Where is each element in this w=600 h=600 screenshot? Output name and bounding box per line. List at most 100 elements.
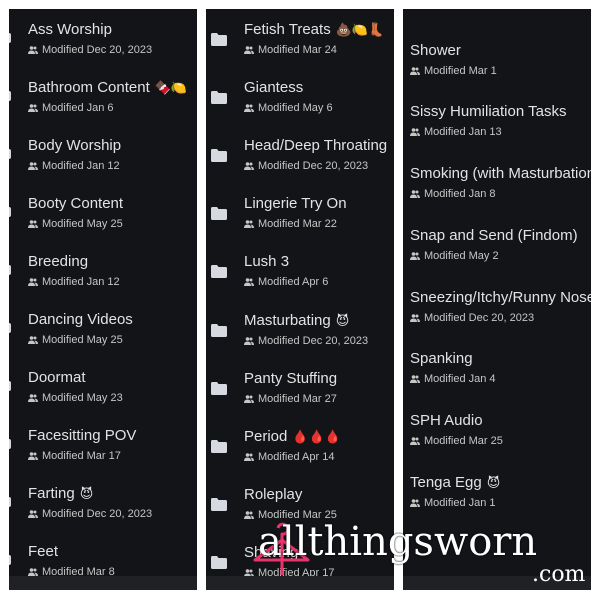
folder-name: Lush 3 [244,253,289,272]
folder-list-item[interactable]: Breeding Modified Jan 12 [9,253,197,303]
folder-list-item[interactable]: Lingerie Try On Modified Mar 22 [206,195,394,245]
folder-name-text: Ass Worship [28,21,112,38]
folder-list-item[interactable]: Panty Stuffing Modified Mar 27 [206,370,394,420]
folder-name: Body Worship [28,137,121,156]
folder-meta: Modified Mar 22 [244,217,337,231]
folder-meta: Modified May 25 [28,333,123,347]
folder-name-text: Spanking [410,350,473,367]
folder-list-item[interactable]: Tenga Egg 😈 Modified Jan 1 [403,474,591,524]
shared-people-icon [244,453,254,461]
folder-name: Facesitting POV [28,427,136,446]
folder-name-text: Body Worship [28,137,122,154]
modified-date: Modified Jan 6 [42,102,114,114]
folder-name: Panty Stuffing [244,370,337,389]
folder-name: Lingerie Try On [244,195,347,214]
folder-list-item[interactable]: Shower Modified Mar 1 [403,42,591,92]
folder-list-item[interactable]: Booty Content Modified May 25 [9,195,197,245]
folder-name-text: Giantess [244,79,304,96]
folder-name-text: Sneezing/Itchy/Runny Nose [410,289,591,306]
modified-date: Modified May 25 [42,334,123,346]
folder-list-item[interactable]: Farting 😈 Modified Dec 20, 2023 [9,485,197,535]
modified-date: Modified Mar 27 [258,393,337,405]
folder-name-text: Bathroom Content [28,79,150,96]
folder-name-text: Panty Stuffing [244,370,338,387]
folder-name: Shower [410,42,461,61]
folder-meta: Modified Jan 12 [28,159,120,173]
folder-meta: Modified May 25 [28,217,123,231]
folder-list-item[interactable]: Snap and Send (Findom) Modified May 2 [403,227,591,277]
scroll-edge-marker [9,265,11,275]
folder-name: Period 🩸🩸🩸 [244,428,341,447]
scroll-edge-marker [9,207,11,217]
folder-name: Fetish Treats 💩🍋👢 [244,21,384,40]
folder-name: Spanking [410,350,473,369]
folder-name: Breeding [28,253,88,272]
folder-list-item[interactable]: SPH Audio Modified Mar 25 [403,412,591,462]
folder-name: SPH Audio [410,412,483,431]
folder-list-item[interactable]: Facesitting POV Modified Mar 17 [9,427,197,477]
folder-emoji: 🩸🩸🩸 [292,430,341,445]
folder-name-text: Dancing Videos [28,311,133,328]
folder-name-text: Period [244,428,288,445]
folder-meta: Modified Mar 24 [244,43,337,57]
folder-meta: Modified Jan 8 [410,187,496,201]
shared-people-icon [410,437,420,445]
folder-meta: Modified Apr 6 [244,275,328,289]
modified-date: Modified Mar 24 [258,44,337,56]
folder-meta: Modified Mar 1 [410,64,497,78]
folder-list-item[interactable]: Smoking (with Masturbation Modified Jan 8 [403,165,591,215]
folder-name: Booty Content [28,195,123,214]
folder-list-item[interactable]: Head/Deep Throating Modified Dec 20, 2023 [206,137,394,187]
shared-people-icon [28,278,38,286]
folder-name: Tenga Egg 😈 [410,474,500,493]
folder-list-item[interactable]: Masturbating 😈 Modified Dec 20, 2023 [206,312,394,362]
modified-date: Modified Jan 13 [424,126,502,138]
folder-name-text: Sissy Humiliation Tasks [410,103,567,120]
modified-date: Modified Dec 20, 2023 [258,160,369,172]
folder-name-text: Doormat [28,369,86,386]
folder-meta: Modified Jan 13 [410,125,502,139]
folder-icon [211,440,227,453]
folder-name: Masturbating 😈 [244,312,349,331]
folder-meta: Modified May 23 [28,391,123,405]
shared-people-icon [244,162,254,170]
folder-name: Sneezing/Itchy/Runny Nose [410,289,591,308]
modified-date: Modified Dec 20, 2023 [42,508,153,520]
folder-name: Doormat [28,369,86,388]
folder-emoji: 😈 [79,487,94,502]
modified-date: Modified Dec 20, 2023 [424,312,535,324]
folder-list-item[interactable]: Doormat Modified May 23 [9,369,197,419]
folder-icon [211,33,227,46]
folder-emoji: 😈 [335,314,350,329]
folder-name-text: Lingerie Try On [244,195,347,212]
shared-people-icon [28,568,38,576]
shared-people-icon [244,511,254,519]
shared-people-icon [28,336,38,344]
scroll-edge-marker [9,555,11,565]
modified-date: Modified Jan 12 [42,276,120,288]
folder-list-item[interactable]: Sneezing/Itchy/Runny Nose Modified Dec 20… [403,289,591,339]
modified-date: Modified May 6 [258,102,333,114]
modified-date: Modified Dec 20, 2023 [42,44,153,56]
folder-name-text: Booty Content [28,195,124,212]
folder-list-item[interactable]: Giantess Modified May 6 [206,79,394,129]
folder-list-item[interactable]: Body Worship Modified Jan 12 [9,137,197,187]
folder-emoji: 🍫🍋 [154,81,188,96]
modified-date: Modified Mar 1 [424,65,497,77]
shared-people-icon [410,499,420,507]
folder-list-panel-3: Shower Modified Mar 1 Sissy Humiliation Ta… [403,9,591,590]
folder-list-item[interactable]: Spanking Modified Jan 4 [403,350,591,400]
folder-list-item[interactable]: Ass Worship Modified Dec 20, 2023 [9,21,197,71]
folder-list-item[interactable]: Sissy Humiliation Tasks Modified Jan 13 [403,103,591,153]
folder-list-item[interactable]: Fetish Treats 💩🍋👢 Modified Mar 24 [206,21,394,71]
folder-icon [211,265,227,278]
modified-date: Modified Jan 1 [424,497,496,509]
shared-people-icon [28,104,38,112]
folder-meta: Modified Mar 17 [28,449,121,463]
folder-icon [211,324,227,337]
folder-meta: Modified Jan 6 [28,101,114,115]
folder-list-item[interactable]: Bathroom Content 🍫🍋 Modified Jan 6 [9,79,197,129]
folder-list-item[interactable]: Period 🩸🩸🩸 Modified Apr 14 [206,428,394,478]
folder-list-item[interactable]: Dancing Videos Modified May 25 [9,311,197,361]
folder-list-item[interactable]: Lush 3 Modified Apr 6 [206,253,394,303]
